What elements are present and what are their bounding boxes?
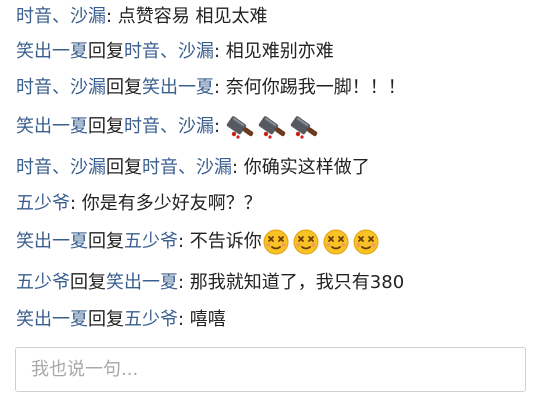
comment-item: 笑出一夏 回复 五少爷: 不告诉你 [16,227,382,257]
dizzy-face-emoji [262,228,290,256]
reply-label: 回复 [106,77,142,98]
comment-item: 时音、沙漏 回复 笑出一夏: 奈何你踢我一脚！！！ [16,73,406,103]
dizzy-face-emoji [292,228,320,256]
comment-text: : 不告诉你 [178,231,262,252]
reply-label: 回复 [106,157,142,178]
comment-text: : [214,116,221,137]
comment-author[interactable]: 时音、沙漏 [16,153,106,183]
comment-item: 笑出一夏 回复 时音、沙漏: 相见难别亦难 [16,37,334,67]
reply-target-user[interactable]: 时音、沙漏 [124,37,214,67]
reply-target-user[interactable]: 五少爷 [124,227,178,257]
comment-author[interactable]: 五少爷 [16,268,70,298]
comment-text: : 奈何你踢我一脚！！！ [214,77,406,98]
comment-text: : 相见难别亦难 [214,41,334,62]
dizzy-face-emoji [322,228,350,256]
comment-item: 笑出一夏 回复 五少爷: 嘻嘻 [16,305,226,335]
reply-target-user[interactable]: 笑出一夏 [106,268,178,298]
comment-input[interactable] [16,348,525,391]
reply-target-user[interactable]: 五少爷 [124,305,178,335]
reply-label: 回复 [88,41,124,62]
comment-text: : 你确实这样做了 [232,157,370,178]
comment-author[interactable]: 笑出一夏 [16,37,88,67]
comment-item: 时音、沙漏 回复 时音、沙漏: 你确实这样做了 [16,153,370,183]
comment-item: 时音、沙漏: 点赞容易 相见太难 [16,2,268,32]
cleaver-knife-emoji [258,113,288,141]
reply-label: 回复 [88,309,124,330]
cleaver-knife-emoji [290,113,320,141]
dizzy-face-emoji [352,228,380,256]
comment-text: : 那我就知道了，我只有380 [178,272,405,293]
comment-author[interactable]: 笑出一夏 [16,305,88,335]
comment-author[interactable]: 笑出一夏 [16,112,88,142]
reply-target-user[interactable]: 笑出一夏 [142,73,214,103]
comment-item: 五少爷: 你是有多少好友啊？？ [16,189,262,219]
comment-item: 五少爷 回复 笑出一夏: 那我就知道了，我只有380 [16,268,404,298]
comment-author[interactable]: 五少爷 [16,189,70,219]
reply-label: 回复 [70,272,106,293]
reply-target-user[interactable]: 时音、沙漏 [124,112,214,142]
comment-text: : 嘻嘻 [178,309,226,330]
comment-author[interactable]: 时音、沙漏 [16,2,106,32]
comment-item: 笑出一夏 回复 时音、沙漏: [16,112,322,142]
reply-target-user[interactable]: 时音、沙漏 [142,153,232,183]
comment-text: : 你是有多少好友啊？？ [70,193,262,214]
comment-input-box[interactable] [15,347,526,392]
comment-text: : 点赞容易 相见太难 [106,6,268,27]
comment-author[interactable]: 时音、沙漏 [16,73,106,103]
reply-label: 回复 [88,116,124,137]
reply-label: 回复 [88,231,124,252]
cleaver-knife-emoji [226,113,256,141]
comment-author[interactable]: 笑出一夏 [16,227,88,257]
